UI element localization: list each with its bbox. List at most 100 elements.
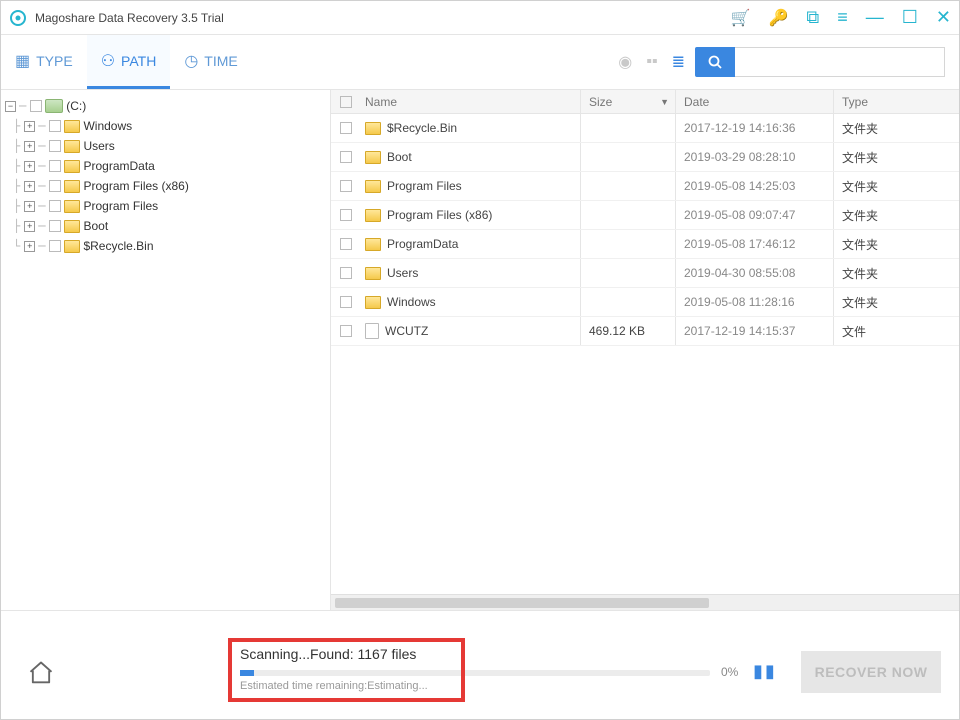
- collapse-icon[interactable]: −: [5, 101, 16, 112]
- grid-view-icon[interactable]: ▪▪: [646, 53, 657, 71]
- tree-root[interactable]: − ─ (C:): [5, 96, 326, 116]
- checkbox[interactable]: [30, 100, 42, 112]
- minimize-icon[interactable]: —: [866, 7, 884, 28]
- app-logo-icon: [9, 9, 27, 27]
- folder-icon: [64, 200, 80, 213]
- expand-icon[interactable]: +: [24, 181, 35, 192]
- checkbox[interactable]: [49, 220, 61, 232]
- table-row[interactable]: Windows2019-05-08 11:28:16文件夹: [331, 288, 959, 317]
- app-menu-icon[interactable]: ⧉: [806, 7, 819, 28]
- tree-item-label: Program Files (x86): [83, 179, 188, 193]
- home-button[interactable]: [27, 659, 55, 694]
- checkbox[interactable]: [49, 120, 61, 132]
- folder-icon: [365, 209, 381, 222]
- search-input[interactable]: [735, 47, 945, 77]
- table-row[interactable]: Boot2019-03-29 08:28:10文件夹: [331, 143, 959, 172]
- expand-icon[interactable]: +: [24, 121, 35, 132]
- select-all-checkbox[interactable]: [340, 96, 352, 108]
- table-row[interactable]: ProgramData2019-05-08 17:46:12文件夹: [331, 230, 959, 259]
- expand-icon[interactable]: +: [24, 141, 35, 152]
- file-type: 文件夹: [834, 230, 959, 258]
- file-date: 2019-05-08 11:28:16: [676, 288, 834, 316]
- row-checkbox[interactable]: [340, 325, 352, 337]
- col-name[interactable]: Name: [361, 90, 581, 113]
- key-icon[interactable]: 🔑: [768, 8, 788, 28]
- tree-item[interactable]: ├+─ProgramData: [5, 156, 326, 176]
- table-row[interactable]: Program Files (x86)2019-05-08 09:07:47文件…: [331, 201, 959, 230]
- row-checkbox[interactable]: [340, 209, 352, 221]
- file-date: 2019-05-08 09:07:47: [676, 201, 834, 229]
- tree-item[interactable]: ├+─Program Files (x86): [5, 176, 326, 196]
- tree-item-label: Windows: [83, 119, 132, 133]
- folder-icon: [365, 238, 381, 251]
- expand-icon[interactable]: +: [24, 201, 35, 212]
- folder-tree[interactable]: − ─ (C:) ├+─Windows├+─Users├+─ProgramDat…: [1, 90, 331, 610]
- table-row[interactable]: Program Files2019-05-08 14:25:03文件夹: [331, 172, 959, 201]
- expand-icon[interactable]: +: [24, 241, 35, 252]
- tree-item[interactable]: ├+─Program Files: [5, 196, 326, 216]
- tab-label: TIME: [204, 53, 237, 69]
- file-icon: [365, 323, 379, 339]
- hamburger-icon[interactable]: ≡: [837, 7, 848, 28]
- titlebar-actions: 🛒 🔑 ⧉ ≡ — ☐ ✕: [731, 7, 951, 28]
- file-date: 2019-05-08 14:25:03: [676, 172, 834, 200]
- scrollbar-thumb[interactable]: [335, 598, 709, 608]
- table-row[interactable]: Users2019-04-30 08:55:08文件夹: [331, 259, 959, 288]
- tab-path[interactable]: ⚇ PATH: [87, 35, 171, 89]
- recover-button[interactable]: RECOVER NOW: [801, 651, 941, 693]
- list-body[interactable]: $Recycle.Bin2017-12-19 14:16:36文件夹Boot20…: [331, 114, 959, 594]
- file-name: Boot: [387, 150, 412, 164]
- cart-icon[interactable]: 🛒: [731, 8, 751, 28]
- scan-status-title: Scanning...Found: 1167 files: [240, 646, 453, 662]
- scan-status-highlight: Scanning...Found: 1167 files Estimated t…: [228, 638, 465, 702]
- checkbox[interactable]: [49, 180, 61, 192]
- tree-item[interactable]: ├+─Users: [5, 136, 326, 156]
- checkbox[interactable]: [49, 140, 61, 152]
- table-row[interactable]: WCUTZ469.12 KB2017-12-19 14:15:37文件: [331, 317, 959, 346]
- checkbox[interactable]: [49, 200, 61, 212]
- preview-icon[interactable]: ◉: [618, 52, 632, 72]
- file-name: $Recycle.Bin: [387, 121, 457, 135]
- search-button[interactable]: [695, 47, 735, 77]
- folder-icon: [365, 180, 381, 193]
- row-checkbox[interactable]: [340, 151, 352, 163]
- file-size: [581, 288, 676, 316]
- file-size: [581, 143, 676, 171]
- horizontal-scrollbar[interactable]: [331, 594, 959, 610]
- tab-type[interactable]: ▦ TYPE: [1, 35, 87, 89]
- tree-item[interactable]: └+─$Recycle.Bin: [5, 236, 326, 256]
- col-size[interactable]: Size▼: [581, 90, 676, 113]
- folder-icon: [64, 160, 80, 173]
- folder-icon: [64, 140, 80, 153]
- row-checkbox[interactable]: [340, 180, 352, 192]
- list-header[interactable]: Name Size▼ Date Type: [331, 90, 959, 114]
- file-name: WCUTZ: [385, 324, 428, 338]
- toolbar: ▦ TYPE ⚇ PATH ◷ TIME ◉ ▪▪ ≣: [1, 35, 959, 90]
- checkbox[interactable]: [49, 240, 61, 252]
- file-name: Program Files (x86): [387, 208, 492, 222]
- pause-button[interactable]: ▮▮: [753, 661, 777, 682]
- tab-time[interactable]: ◷ TIME: [170, 35, 251, 89]
- close-icon[interactable]: ✕: [936, 7, 951, 28]
- row-checkbox[interactable]: [340, 296, 352, 308]
- list-view-icon[interactable]: ≣: [672, 52, 685, 72]
- col-type[interactable]: Type: [834, 90, 959, 113]
- expand-icon[interactable]: +: [24, 221, 35, 232]
- row-checkbox[interactable]: [340, 122, 352, 134]
- checkbox[interactable]: [49, 160, 61, 172]
- file-date: 2017-12-19 14:15:37: [676, 317, 834, 345]
- folder-icon: [365, 151, 381, 164]
- tree-item[interactable]: ├+─Boot: [5, 216, 326, 236]
- tree-item-label: Program Files: [83, 199, 158, 213]
- maximize-icon[interactable]: ☐: [902, 7, 918, 28]
- row-checkbox[interactable]: [340, 267, 352, 279]
- table-row[interactable]: $Recycle.Bin2017-12-19 14:16:36文件夹: [331, 114, 959, 143]
- tree-item-label: ProgramData: [83, 159, 154, 173]
- file-date: 2019-05-08 17:46:12: [676, 230, 834, 258]
- row-checkbox[interactable]: [340, 238, 352, 250]
- tree-item[interactable]: ├+─Windows: [5, 116, 326, 136]
- folder-icon: [64, 240, 80, 253]
- expand-icon[interactable]: +: [24, 161, 35, 172]
- col-date[interactable]: Date: [676, 90, 834, 113]
- footer: Scanning...Found: 1167 files Estimated t…: [1, 610, 959, 720]
